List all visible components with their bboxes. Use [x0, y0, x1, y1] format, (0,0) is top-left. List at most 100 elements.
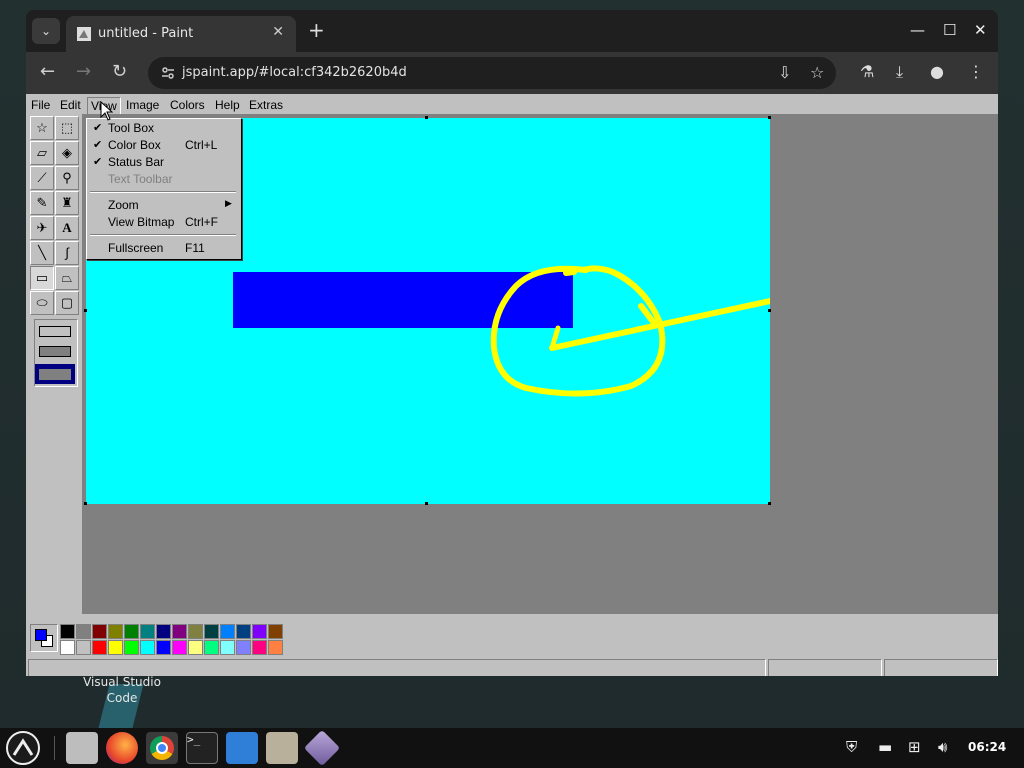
text-tool[interactable]: A	[55, 216, 79, 240]
palette-swatch[interactable]	[220, 624, 235, 639]
ellipse-tool[interactable]: ⬭	[30, 291, 54, 315]
pencil-tool[interactable]: ✎	[30, 191, 54, 215]
palette-swatch[interactable]	[172, 624, 187, 639]
airbrush-tool[interactable]: ✈	[30, 216, 54, 240]
fill-outline-filled-option[interactable]	[39, 346, 71, 357]
palette-swatch[interactable]	[60, 640, 75, 655]
fill-bucket-tool[interactable]: ◈	[55, 141, 79, 165]
rounded-rectangle-tool[interactable]: ▢	[55, 291, 79, 315]
shield-icon[interactable]: ⛨	[846, 738, 857, 756]
palette-swatch[interactable]	[252, 624, 267, 639]
volume-icon[interactable]: 🔊︎	[938, 738, 947, 756]
more-menu-icon[interactable]: ⋮	[968, 62, 984, 81]
reload-icon[interactable]: ↻	[112, 62, 127, 82]
palette-swatch[interactable]	[108, 624, 123, 639]
fill-only-option-selected[interactable]	[35, 364, 75, 384]
menu-item-zoom[interactable]: Zoom ▶	[87, 197, 239, 214]
terminal-icon[interactable]: >_	[186, 732, 218, 764]
app-diamond-icon[interactable]	[303, 729, 341, 767]
brush-tool[interactable]: ♜	[55, 191, 79, 215]
palette-swatch[interactable]	[204, 624, 219, 639]
palette-swatch[interactable]	[140, 624, 155, 639]
tab-active[interactable]: untitled - Paint ✕	[66, 16, 296, 52]
menu-extras[interactable]: Extras	[246, 97, 286, 113]
palette-swatch[interactable]	[60, 624, 75, 639]
resize-handle[interactable]	[768, 309, 771, 312]
bookmark-star-icon[interactable]: ☆	[810, 63, 824, 82]
palette-swatch[interactable]	[156, 624, 171, 639]
menu-item-fullscreen[interactable]: Fullscreen F11	[87, 240, 239, 257]
labs-flask-icon[interactable]: ⚗	[860, 62, 874, 81]
resize-handle[interactable]	[425, 116, 428, 119]
palette-swatch[interactable]	[124, 640, 139, 655]
palette-swatch[interactable]	[108, 640, 123, 655]
palette-swatch[interactable]	[124, 624, 139, 639]
polygon-tool[interactable]: ⏢	[55, 266, 79, 290]
tab-search-button[interactable]: ⌄	[32, 18, 60, 44]
palette-swatch[interactable]	[252, 640, 267, 655]
back-icon[interactable]: ←	[40, 62, 55, 82]
firefox-icon[interactable]	[106, 732, 138, 764]
download-icon[interactable]: ⤓	[896, 62, 903, 82]
palette-swatch[interactable]	[236, 640, 251, 655]
palette-swatch[interactable]	[236, 624, 251, 639]
rectangle-tool[interactable]: ▭	[30, 266, 54, 290]
foreground-color-swatch[interactable]	[35, 629, 47, 641]
new-tab-icon[interactable]: +	[308, 20, 325, 40]
close-window-icon[interactable]: ✕	[974, 21, 987, 39]
site-info-icon[interactable]	[160, 65, 176, 81]
palette-swatch[interactable]	[188, 640, 203, 655]
eraser-tool[interactable]: ▱	[30, 141, 54, 165]
desktop-icon-label[interactable]: Visual Studio Code	[70, 674, 174, 706]
palette-swatch[interactable]	[204, 640, 219, 655]
menu-colors[interactable]: Colors	[167, 97, 208, 113]
palette-swatch[interactable]	[140, 640, 155, 655]
current-colors[interactable]	[30, 624, 58, 652]
magnifier-tool[interactable]: ⚲	[55, 166, 79, 190]
clock[interactable]: 06:24	[968, 740, 1006, 754]
resize-handle[interactable]	[768, 116, 771, 119]
keyboard-icon[interactable]: ▬	[878, 738, 892, 756]
menu-item-status-bar[interactable]: ✔ Status Bar	[87, 154, 239, 171]
palette-swatch[interactable]	[92, 624, 107, 639]
resize-handle[interactable]	[425, 502, 428, 505]
address-bar[interactable]: jspaint.app/#local:cf342b2620b4d ⇩ ☆	[148, 57, 836, 89]
menu-image[interactable]: Image	[123, 97, 162, 113]
launcher-icon[interactable]	[6, 731, 40, 765]
palette-swatch[interactable]	[92, 640, 107, 655]
palette-swatch[interactable]	[268, 640, 283, 655]
menu-item-tool-box[interactable]: ✔ Tool Box	[87, 120, 239, 137]
select-tool[interactable]: ⬚	[55, 116, 79, 140]
tab-close-icon[interactable]: ✕	[272, 24, 284, 40]
file-cabinet-icon[interactable]	[66, 732, 98, 764]
menu-edit[interactable]: Edit	[57, 97, 84, 113]
maximize-icon[interactable]: ☐	[943, 21, 956, 39]
menu-item-view-bitmap[interactable]: View Bitmap Ctrl+F	[87, 214, 239, 231]
install-app-icon[interactable]: ⇩	[778, 63, 791, 82]
resize-handle[interactable]	[768, 502, 771, 505]
palette-swatch[interactable]	[76, 640, 91, 655]
network-icon[interactable]: ⊞	[908, 738, 921, 756]
menu-help[interactable]: Help	[212, 97, 243, 113]
palette-swatch[interactable]	[188, 624, 203, 639]
palette-swatch[interactable]	[220, 640, 235, 655]
pick-color-tool[interactable]: ⟋	[30, 166, 54, 190]
menu-item-color-box[interactable]: ✔ Color Box Ctrl+L	[87, 137, 239, 154]
palette-swatch[interactable]	[268, 624, 283, 639]
line-tool[interactable]: ╲	[30, 241, 54, 265]
menu-file[interactable]: File	[28, 97, 53, 113]
palette-swatch[interactable]	[156, 640, 171, 655]
free-form-select-tool[interactable]: ☆	[30, 116, 54, 140]
store-bag-icon[interactable]	[226, 732, 258, 764]
minimize-icon[interactable]: —	[910, 21, 925, 39]
palette-swatch[interactable]	[172, 640, 187, 655]
profile-icon[interactable]: ●	[930, 62, 944, 81]
forward-icon[interactable]: →	[76, 62, 91, 82]
menu-item-text-toolbar[interactable]: Text Toolbar	[87, 171, 239, 188]
resize-handle[interactable]	[84, 502, 87, 505]
chrome-icon[interactable]	[146, 732, 178, 764]
curve-tool[interactable]: ∫	[55, 241, 79, 265]
palette-swatch[interactable]	[76, 624, 91, 639]
files-folder-icon[interactable]	[266, 732, 298, 764]
resize-handle[interactable]	[84, 309, 87, 312]
